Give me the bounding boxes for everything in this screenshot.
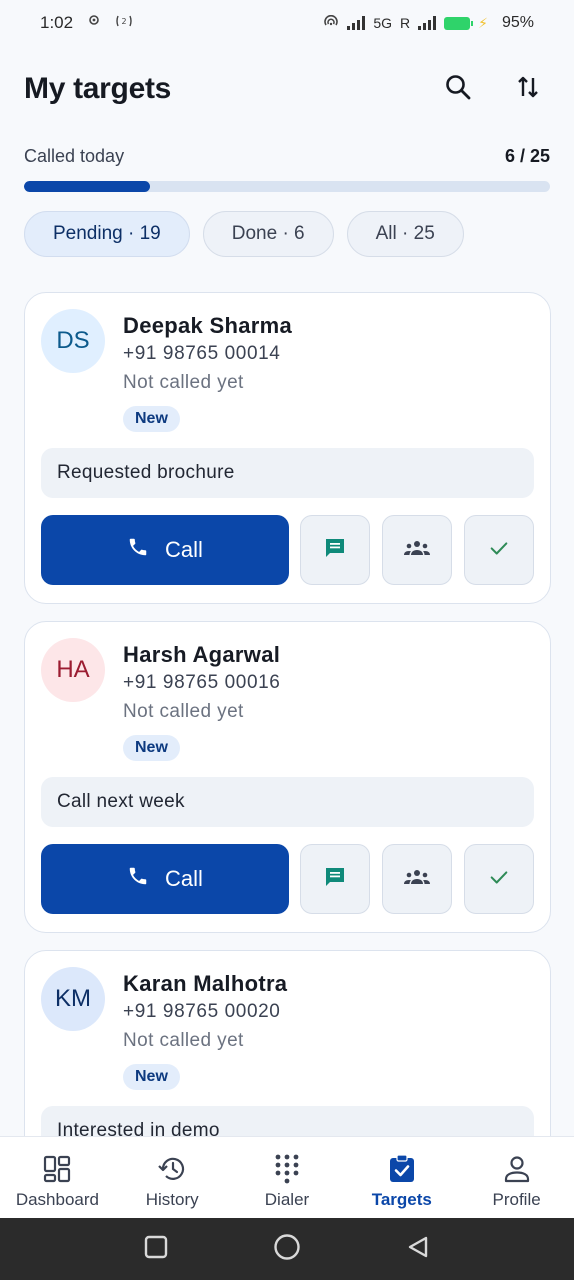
nav-label: Targets: [371, 1190, 432, 1209]
search-icon: [444, 73, 472, 106]
nav-label: History: [145, 1190, 199, 1209]
triangle-back-icon: [406, 1235, 430, 1264]
filter-chips: Pending · 19 Done · 6 All · 25: [24, 211, 464, 257]
profile-icon: [502, 1154, 532, 1184]
home-button[interactable]: [272, 1233, 302, 1266]
avatar: KM: [41, 967, 105, 1031]
group-icon: [403, 539, 431, 562]
back-button[interactable]: [403, 1234, 433, 1264]
battery-icon: [444, 16, 474, 30]
target-note: Call next week: [41, 777, 534, 827]
mark-done-button[interactable]: [464, 515, 534, 585]
phone-icon: [127, 536, 149, 564]
target-phone: +91 98765 00014: [123, 343, 281, 364]
status-bar: 1:02 2 5G R ⚡ 95%: [0, 0, 574, 46]
dialpad-icon: [272, 1154, 302, 1184]
square-icon: [144, 1235, 168, 1264]
roaming-indicator: R: [400, 15, 411, 31]
progress-count: 6 / 25: [504, 146, 550, 166]
avatar: DS: [41, 309, 105, 373]
group-button[interactable]: [382, 844, 452, 914]
message-button[interactable]: [300, 844, 370, 914]
nfc-icon: 2: [115, 14, 133, 33]
target-note: Requested brochure: [41, 448, 534, 498]
app-header: My targets: [24, 66, 550, 112]
system-navigation-bar: [0, 1218, 574, 1280]
filter-chip-all[interactable]: All · 25: [346, 211, 464, 257]
progress-bar-fill: [24, 181, 151, 192]
target-call-status: Not called yet: [123, 701, 244, 722]
call-button[interactable]: Call: [41, 515, 289, 585]
progress-bar: [24, 181, 550, 192]
search-button[interactable]: [440, 71, 476, 107]
status-time: 1:02: [40, 13, 74, 32]
target-name: Karan Malhotra: [123, 971, 288, 996]
target-phone: +91 98765 00016: [123, 672, 281, 693]
status-badge: New: [123, 735, 180, 761]
message-button[interactable]: [300, 515, 370, 585]
filter-chip-pending[interactable]: Pending · 19: [24, 211, 190, 257]
target-call-status: Not called yet: [123, 372, 244, 393]
target-call-status: Not called yet: [123, 1030, 244, 1051]
page-title: My targets: [24, 72, 172, 105]
avatar: HA: [41, 638, 105, 702]
target-list: DS Deepak Sharma +91 98765 00014 Not cal…: [24, 292, 551, 1136]
target-card[interactable]: HA Harsh Agarwal +91 98765 00016 Not cal…: [24, 621, 551, 933]
target-note: Interested in demo: [41, 1106, 534, 1136]
nav-history[interactable]: History: [115, 1137, 230, 1218]
nav-dashboard[interactable]: Dashboard: [0, 1137, 115, 1218]
sort-button[interactable]: [510, 71, 546, 107]
call-label: Call: [165, 537, 203, 562]
charging-icon: ⚡: [478, 14, 488, 31]
call-label: Call: [165, 866, 203, 891]
nav-label: Dialer: [264, 1190, 310, 1209]
target-phone: +91 98765 00020: [123, 1001, 281, 1022]
call-button[interactable]: Call: [41, 844, 289, 914]
group-button[interactable]: [382, 515, 452, 585]
target-card[interactable]: DS Deepak Sharma +91 98765 00014 Not cal…: [24, 292, 551, 604]
target-card[interactable]: KM Karan Malhotra +91 98765 00020 Not ca…: [24, 950, 551, 1136]
history-icon: [157, 1154, 187, 1184]
network-type: 5G: [373, 15, 392, 31]
status-badge: New: [123, 1064, 180, 1090]
message-icon: [323, 865, 347, 894]
circle-icon: [273, 1233, 301, 1266]
target-name: Deepak Sharma: [123, 313, 292, 338]
nav-profile[interactable]: Profile: [459, 1137, 574, 1218]
svg-text:2: 2: [122, 17, 127, 26]
location-icon: [87, 14, 101, 33]
group-icon: [403, 868, 431, 891]
target-name: Harsh Agarwal: [123, 642, 281, 667]
signal-icon-2: [418, 16, 437, 30]
battery-percent: 95%: [501, 14, 534, 31]
recents-button[interactable]: [141, 1234, 171, 1264]
nav-label: Dashboard: [15, 1190, 99, 1209]
nav-targets[interactable]: Targets: [344, 1137, 459, 1218]
status-badge: New: [123, 406, 180, 432]
signal-icon: [347, 16, 366, 30]
targets-icon: [387, 1154, 417, 1184]
message-icon: [323, 536, 347, 565]
filter-chip-done[interactable]: Done · 6: [202, 211, 334, 257]
sort-icon: [516, 74, 540, 105]
hotspot-icon: [323, 14, 339, 32]
check-icon: [488, 537, 510, 564]
progress-summary: Called today 6 / 25: [24, 146, 550, 167]
bottom-navigation: Dashboard History Dialer Targets Profile: [0, 1136, 574, 1218]
dashboard-icon: [42, 1154, 72, 1184]
progress-label: Called today: [24, 146, 125, 166]
check-icon: [488, 866, 510, 893]
nav-label: Profile: [492, 1190, 541, 1209]
nav-dialer[interactable]: Dialer: [230, 1137, 345, 1218]
mark-done-button[interactable]: [464, 844, 534, 914]
phone-icon: [127, 865, 149, 893]
